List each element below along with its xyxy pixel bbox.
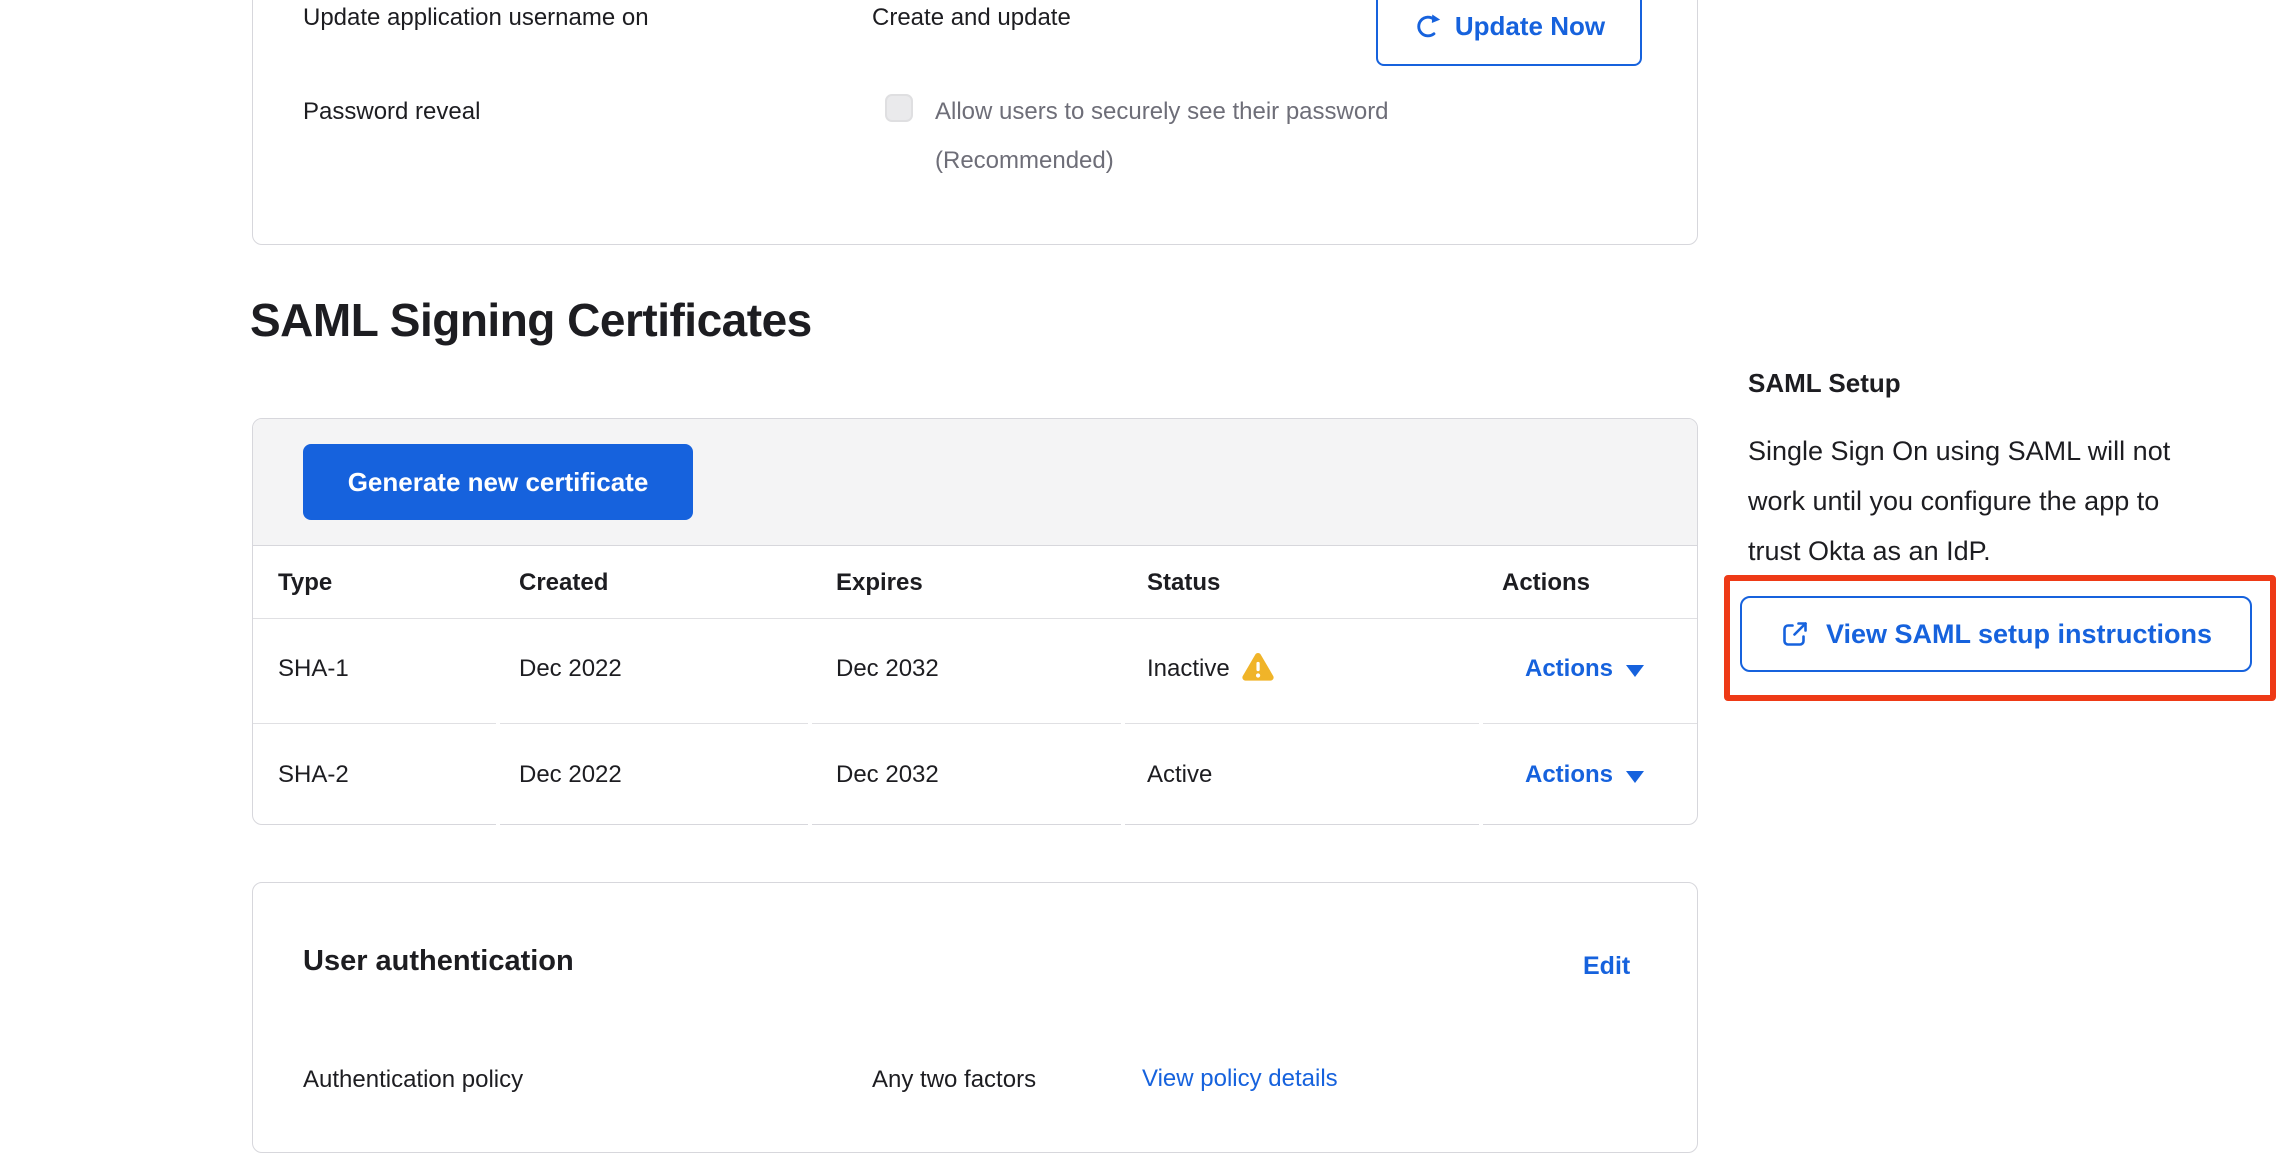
cert-row-type: SHA-2 — [278, 761, 349, 789]
actions-dropdown-sha1[interactable]: Actions — [1525, 655, 1644, 683]
password-reveal-checkbox[interactable] — [885, 94, 913, 122]
divider-gap — [1479, 823, 1483, 825]
user-authentication-card: User authentication Edit Authentication … — [252, 882, 1698, 1153]
caret-down-icon — [1626, 771, 1644, 783]
provisioning-settings-card: Update application username on Create an… — [252, 0, 1698, 245]
password-reveal-checkbox-label: Allow users to securely see their passwo… — [935, 97, 1389, 127]
authentication-policy-label: Authentication policy — [303, 1065, 523, 1095]
user-authentication-title: User authentication — [303, 945, 574, 978]
caret-down-icon — [1626, 665, 1644, 677]
saml-certificates-card: Generate new certificate Type Created Ex… — [252, 418, 1698, 825]
divider-gap — [1121, 823, 1125, 825]
authentication-policy-value: Any two factors — [872, 1065, 1036, 1095]
view-policy-details-link[interactable]: View policy details — [1142, 1065, 1338, 1093]
page: Update application username on Create an… — [0, 0, 2279, 1158]
divider-gap — [1121, 722, 1125, 725]
column-header-created: Created — [519, 569, 608, 597]
instructions-button-label: View SAML setup instructions — [1826, 619, 2212, 650]
column-header-actions: Actions — [1502, 569, 1590, 597]
cert-row-type: SHA-1 — [278, 655, 349, 683]
saml-setup-title: SAML Setup — [1748, 368, 1901, 399]
column-header-type: Type — [278, 569, 332, 597]
external-link-icon — [1780, 619, 1810, 649]
actions-dropdown-sha2[interactable]: Actions — [1525, 761, 1644, 789]
description-line: work until you configure the app to — [1748, 476, 2279, 526]
divider-gap — [808, 722, 812, 725]
saml-signing-certificates-heading: SAML Signing Certificates — [250, 293, 812, 347]
username-update-value: Create and update — [872, 3, 1071, 33]
saml-setup-description: Single Sign On using SAML will not work … — [1748, 426, 2279, 576]
column-header-expires: Expires — [836, 569, 923, 597]
divider-gap — [808, 823, 812, 825]
cert-row-created: Dec 2022 — [519, 761, 622, 789]
update-now-label: Update Now — [1455, 11, 1605, 42]
description-line: Single Sign On using SAML will not — [1748, 426, 2279, 476]
password-reveal-label: Password reveal — [303, 97, 480, 127]
warning-icon — [1241, 652, 1275, 688]
cert-row-expires: Dec 2032 — [836, 761, 939, 789]
update-now-button[interactable]: Update Now — [1376, 0, 1642, 66]
description-line: trust Okta as an IdP. — [1748, 526, 2279, 576]
cert-row-created: Dec 2022 — [519, 655, 622, 683]
actions-label: Actions — [1525, 655, 1613, 683]
divider-gap — [496, 722, 500, 725]
refresh-icon — [1413, 12, 1442, 41]
username-update-label: Update application username on — [303, 3, 649, 33]
header-divider — [253, 618, 1697, 619]
edit-link[interactable]: Edit — [1583, 952, 1630, 981]
cert-row-status: Inactive — [1147, 655, 1230, 683]
cert-row-status: Active — [1147, 761, 1212, 789]
password-reveal-checkbox-note: (Recommended) — [935, 146, 1114, 176]
actions-label: Actions — [1525, 761, 1613, 789]
cert-row-expires: Dec 2032 — [836, 655, 939, 683]
view-saml-setup-instructions-button[interactable]: View SAML setup instructions — [1740, 596, 2252, 672]
generate-new-certificate-button[interactable]: Generate new certificate — [303, 444, 693, 520]
divider-gap — [496, 823, 500, 825]
column-header-status: Status — [1147, 569, 1220, 597]
divider-gap — [1479, 722, 1483, 725]
